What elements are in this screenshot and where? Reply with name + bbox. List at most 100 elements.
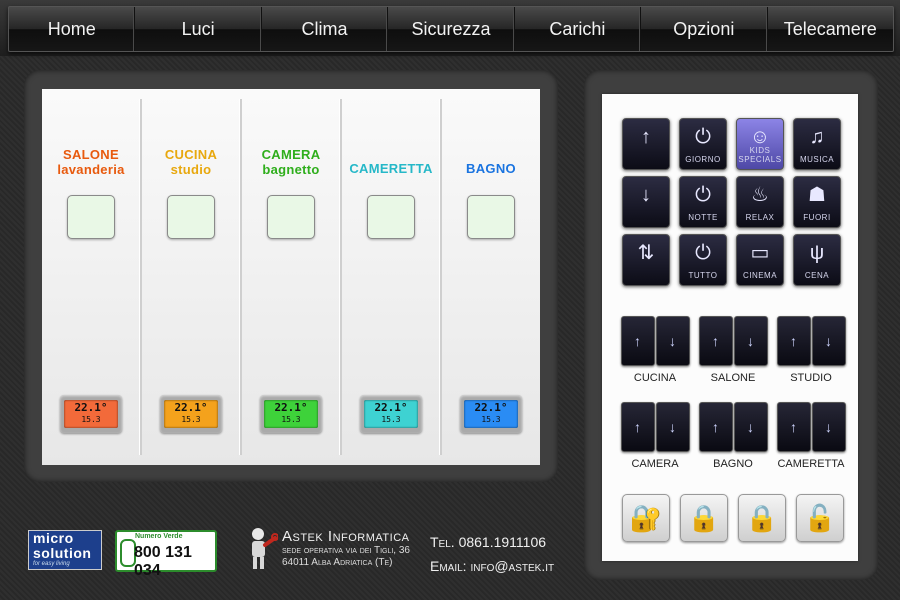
- blind-button-pair: ↑ ↓: [620, 316, 690, 366]
- thermostat-setpoint: 15.3: [181, 415, 201, 424]
- scene-button[interactable]: ↑: [622, 118, 670, 170]
- blind-control: ↑ ↓ SALONE: [698, 316, 768, 384]
- blind-up-button[interactable]: ↑: [620, 316, 655, 366]
- zone-toggle-button[interactable]: [67, 195, 115, 239]
- nav-carichi[interactable]: Carichi: [515, 7, 642, 51]
- scene-label: GIORNO: [685, 155, 721, 164]
- scenes-panel: ↑ ⏻ GIORNO ☺ KIDS SPECIALS ♫ MUSICA ↓ ⏻ NOTTE ♨ REL…: [584, 70, 878, 580]
- micro-logo-line1: micro: [33, 530, 74, 546]
- nav-clima[interactable]: Clima: [262, 7, 389, 51]
- thermostat-display[interactable]: 22.1° 15.3: [160, 395, 222, 433]
- zone-title: CUCINA studio: [142, 147, 240, 177]
- numero-verde-badge: Numero Verde 800 131 034: [115, 530, 217, 579]
- lock-controls: 🔐 🔒 🔒 🔓: [622, 494, 844, 542]
- blind-down-button[interactable]: ↓: [733, 402, 768, 452]
- thermostat-display[interactable]: 22.1° 15.3: [260, 395, 322, 433]
- scene-button[interactable]: ⏻ NOTTE: [679, 176, 727, 228]
- blind-down-button[interactable]: ↓: [733, 316, 768, 366]
- blind-room-label: CAMERA: [631, 458, 679, 470]
- scene-button[interactable]: ⇅: [622, 234, 670, 286]
- blind-room-label: STUDIO: [790, 372, 832, 384]
- micro-logo-tagline: for easy living: [33, 561, 70, 567]
- blind-button-pair: ↑ ↓: [698, 316, 768, 366]
- nav-sicurezza[interactable]: Sicurezza: [388, 7, 515, 51]
- contact-email[interactable]: Email: info@astek.it: [430, 554, 554, 578]
- blinds-updown-icon: ⇅: [637, 242, 655, 264]
- lock-key-icon[interactable]: 🔐: [622, 494, 670, 542]
- scene-label: RELAX: [745, 213, 775, 222]
- blind-down-button[interactable]: ↓: [811, 316, 846, 366]
- scene-label: NOTTE: [688, 213, 718, 222]
- scene-label: KIDS SPECIALS: [738, 146, 782, 164]
- scene-button[interactable]: ▭ CINEMA: [736, 234, 784, 286]
- thermostat-screen: 22.1° 15.3: [164, 400, 218, 428]
- thermostat-display[interactable]: 22.1° 15.3: [360, 395, 422, 433]
- blind-control: ↑ ↓ CAMERETTA: [776, 402, 846, 470]
- blind-button-pair: ↑ ↓: [620, 402, 690, 452]
- zone-title: CAMERETTA: [342, 161, 440, 176]
- scene-button[interactable]: ↓: [622, 176, 670, 228]
- thermostat-display[interactable]: 22.1° 15.3: [460, 395, 522, 433]
- blind-button-pair: ↑ ↓: [698, 402, 768, 452]
- blind-controls-row-1: ↑ ↓ CUCINA ↑ ↓ SALONE ↑ ↓ STUDIO: [620, 316, 846, 384]
- zone-name: BAGNO: [466, 161, 516, 176]
- unlock-icon[interactable]: 🔓: [796, 494, 844, 542]
- thermostat-temp: 22.1°: [174, 401, 208, 414]
- blind-up-button[interactable]: ↑: [776, 316, 811, 366]
- zone-toggle-button[interactable]: [367, 195, 415, 239]
- microsolution-logo: micro solution for easy living: [28, 530, 102, 570]
- nav-menu: Home Luci Clima Sicurezza Carichi Opzion…: [8, 6, 894, 52]
- blind-up-button[interactable]: ↑: [698, 316, 733, 366]
- thermostat-screen: 22.1° 15.3: [264, 400, 318, 428]
- cutlery-icon: ψ: [809, 242, 825, 264]
- nav-telecamere[interactable]: Telecamere: [768, 7, 893, 51]
- contact-phone: Tel. 0861.1911106: [430, 534, 547, 550]
- nav-home[interactable]: Home: [9, 7, 136, 51]
- nav-opzioni[interactable]: Opzioni: [641, 7, 768, 51]
- people-icon: ☗: [808, 184, 826, 206]
- power-icon: ⏻: [695, 242, 711, 264]
- astek-mascot-icon: [252, 528, 278, 569]
- scene-button[interactable]: ⏻ TUTTO: [679, 234, 727, 286]
- zone-toggle-button[interactable]: [167, 195, 215, 239]
- lock-people-icon[interactable]: 🔒: [680, 494, 728, 542]
- climate-panel: SALONE lavanderia 22.1° 15.3 CUCINA studio 22.…: [24, 70, 558, 482]
- company-name: Astek Informatica: [282, 528, 410, 545]
- scene-label: TUTTO: [688, 271, 718, 280]
- blind-down-button[interactable]: ↓: [811, 402, 846, 452]
- zone-title: SALONE lavanderia: [42, 147, 140, 177]
- company-address-1: sede operativa via dei Tigli, 36: [282, 545, 410, 556]
- scene-button[interactable]: ψ CENA: [793, 234, 841, 286]
- scene-button[interactable]: ♨ RELAX: [736, 176, 784, 228]
- blind-up-button[interactable]: ↑: [620, 402, 655, 452]
- thermostat-setpoint: 15.3: [281, 415, 301, 424]
- numero-verde-number: 800 131 034: [134, 544, 192, 579]
- blind-up-button[interactable]: ↑: [698, 402, 733, 452]
- zone-toggle-button[interactable]: [267, 195, 315, 239]
- micro-logo-line2: solution: [33, 545, 92, 561]
- scene-button[interactable]: ☺ KIDS SPECIALS: [736, 118, 784, 170]
- zone-toggle-button[interactable]: [467, 195, 515, 239]
- zone-column: SALONE lavanderia 22.1° 15.3: [42, 99, 142, 455]
- zone-name: CAMERETTA: [349, 161, 433, 176]
- thermostat-display[interactable]: 22.1° 15.3: [60, 395, 122, 433]
- zone-column: BAGNO 22.1° 15.3: [442, 99, 540, 455]
- nav-luci[interactable]: Luci: [135, 7, 262, 51]
- blind-down-button[interactable]: ↓: [655, 316, 690, 366]
- zone-name: SALONE: [63, 147, 119, 162]
- thermostat-screen: 22.1° 15.3: [64, 400, 118, 428]
- blind-control: ↑ ↓ CAMERA: [620, 402, 690, 470]
- blind-button-pair: ↑ ↓: [776, 316, 846, 366]
- lock-sun-icon[interactable]: 🔒: [738, 494, 786, 542]
- scene-label: FUORI: [803, 213, 831, 222]
- blind-up-button[interactable]: ↑: [776, 402, 811, 452]
- scene-button[interactable]: ♫ MUSICA: [793, 118, 841, 170]
- numero-verde-label: Numero Verde: [135, 533, 183, 540]
- thermostat-temp: 22.1°: [474, 401, 508, 414]
- thermostat-setpoint: 15.3: [381, 415, 401, 424]
- scene-button[interactable]: ⏻ GIORNO: [679, 118, 727, 170]
- blind-controls-row-2: ↑ ↓ CAMERA ↑ ↓ BAGNO ↑ ↓ CAMERETTA: [620, 402, 846, 470]
- scene-button[interactable]: ☗ FUORI: [793, 176, 841, 228]
- zone-subname: bagnetto: [262, 162, 320, 177]
- blind-down-button[interactable]: ↓: [655, 402, 690, 452]
